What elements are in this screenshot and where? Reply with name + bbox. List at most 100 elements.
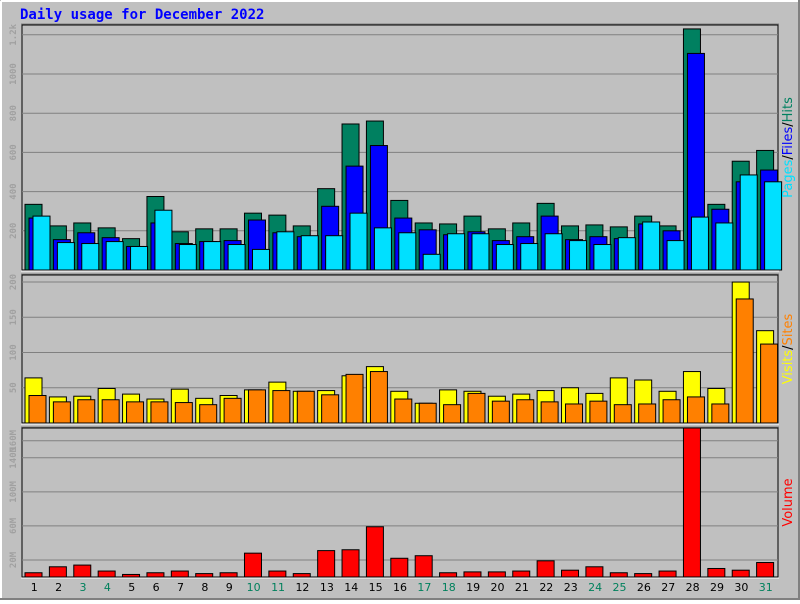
bar-volume-day-29 (707, 567, 726, 578)
bar-sites-day-23 (565, 403, 584, 424)
y-tick-label: 200 (9, 274, 19, 290)
bar-volume-day-17 (414, 555, 433, 578)
bar-pages-day-17 (422, 253, 441, 271)
bar-sites-day-3 (77, 399, 96, 424)
x-tick-label-day-1: 1 (31, 581, 38, 594)
legend-entry: Pages (781, 159, 796, 197)
bar-sites-day-21 (516, 399, 535, 424)
bar-pages-day-26 (642, 221, 661, 271)
bar-sites-day-24 (589, 400, 608, 424)
bar-volume-day-25 (609, 572, 628, 578)
x-tick-label-day-8: 8 (201, 581, 208, 594)
x-tick-label-day-5: 5 (128, 581, 135, 594)
bar-volume-day-27 (658, 570, 677, 578)
bar-volume-day-28 (682, 427, 701, 578)
bar-volume-day-19 (463, 571, 482, 578)
bar-pages-day-28 (690, 216, 709, 271)
legend-entry: Files (781, 127, 796, 156)
bar-sites-day-14 (345, 373, 364, 424)
bar-volume-day-22 (536, 560, 555, 578)
bar-sites-day-19 (467, 392, 486, 424)
bar-volume-day-3 (73, 564, 92, 578)
bar-pages-day-23 (569, 240, 588, 271)
bar-pages-day-14 (349, 212, 368, 271)
y-tick-label: 1.2k (9, 23, 19, 45)
panel-1-legend: Pages/Files/Hits (781, 97, 796, 198)
legend-entry: Visits (781, 350, 796, 385)
bar-volume-day-24 (585, 566, 604, 578)
y-tick-label: 200 (9, 223, 19, 239)
x-tick-label-day-15: 15 (369, 581, 383, 594)
y-tick-label: 160M (9, 429, 19, 451)
x-tick-label-day-22: 22 (539, 581, 553, 594)
bar-volume-day-15 (365, 526, 384, 578)
bar-volume-day-6 (146, 572, 165, 578)
bar-volume-day-2 (48, 566, 67, 578)
x-tick-label-day-23: 23 (564, 581, 578, 594)
bar-volume-day-20 (487, 571, 506, 578)
bar-pages-day-27 (666, 240, 685, 271)
x-tick-label-day-30: 30 (734, 581, 748, 594)
bar-volume-day-9 (219, 572, 238, 578)
bar-sites-day-31 (760, 343, 779, 424)
bar-volume-day-23 (561, 569, 580, 578)
bar-sites-day-10 (247, 389, 266, 424)
y-tick-label: 100M (9, 480, 19, 502)
bar-volume-day-21 (512, 570, 531, 578)
bar-sites-day-9 (223, 397, 242, 424)
bar-sites-day-2 (52, 401, 71, 424)
bar-sites-day-15 (369, 371, 388, 424)
x-tick-label-day-26: 26 (637, 581, 651, 594)
x-tick-label-day-7: 7 (177, 581, 184, 594)
bar-pages-day-29 (715, 222, 734, 271)
bar-sites-day-20 (491, 400, 510, 424)
x-tick-label-day-21: 21 (515, 581, 529, 594)
x-tick-label-day-14: 14 (344, 581, 358, 594)
chart-title: Daily usage for December 2022 (20, 7, 264, 23)
bar-pages-day-5 (130, 245, 149, 271)
x-tick-label-day-18: 18 (442, 581, 456, 594)
bar-pages-day-2 (56, 242, 75, 271)
y-tick-label: 800 (9, 105, 19, 121)
bar-sites-day-13 (321, 394, 340, 424)
y-tick-label: 1000 (9, 63, 19, 85)
bar-pages-day-9 (227, 244, 246, 271)
bar-volume-day-31 (756, 562, 775, 578)
y-tick-label: 400 (9, 183, 19, 199)
y-tick-label: 60M (9, 517, 19, 534)
legend-entry: Sites (781, 313, 796, 345)
bar-pages-day-13 (325, 235, 344, 271)
bar-sites-day-16 (394, 398, 413, 424)
bar-sites-day-11 (272, 390, 291, 424)
panel-2-legend: Visits/Sites (781, 313, 796, 384)
bar-sites-day-7 (174, 402, 193, 424)
bar-pages-day-16 (398, 232, 417, 271)
bar-pages-day-10 (251, 248, 270, 271)
bar-pages-day-25 (617, 237, 636, 271)
bar-pages-day-6 (154, 209, 173, 271)
x-tick-label-day-11: 11 (271, 581, 285, 594)
bar-sites-day-26 (638, 403, 657, 424)
x-tick-label-day-10: 10 (247, 581, 261, 594)
bar-volume-day-18 (439, 572, 458, 578)
bar-sites-day-6 (150, 401, 169, 424)
bar-pages-day-30 (739, 174, 758, 271)
bar-pages-day-20 (495, 244, 514, 271)
bar-sites-day-4 (101, 399, 120, 424)
x-tick-label-day-4: 4 (104, 581, 111, 594)
bar-pages-day-21 (520, 243, 539, 271)
bar-volume-day-8 (195, 573, 214, 578)
bar-sites-day-30 (735, 298, 754, 424)
bar-sites-day-28 (686, 396, 705, 424)
bar-pages-day-31 (764, 181, 783, 271)
x-tick-label-day-29: 29 (710, 581, 724, 594)
bar-sites-day-27 (662, 399, 681, 424)
x-tick-label-day-16: 16 (393, 581, 407, 594)
bar-pages-day-15 (373, 227, 392, 271)
bar-pages-day-3 (81, 243, 100, 271)
bar-volume-day-13 (317, 550, 336, 578)
y-tick-label: 600 (9, 144, 19, 160)
x-tick-label-day-31: 31 (759, 581, 773, 594)
x-tick-label-day-24: 24 (588, 581, 602, 594)
bar-pages-day-11 (276, 231, 295, 271)
